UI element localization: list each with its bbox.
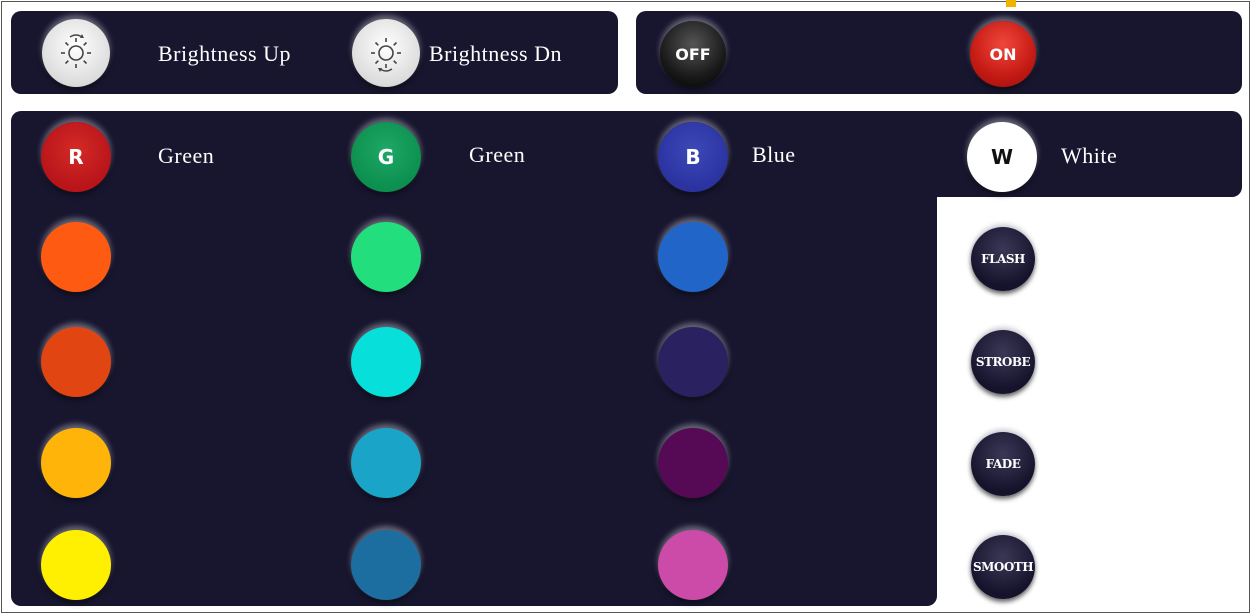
color-button-cyan[interactable] bbox=[351, 327, 421, 397]
blue-button-label: Blue bbox=[752, 142, 796, 167]
color-button-pink[interactable] bbox=[658, 530, 728, 600]
white-button[interactable]: W bbox=[967, 122, 1037, 192]
on-button-label: ON bbox=[989, 44, 1017, 64]
brightness-down-label: Brightness Dn bbox=[429, 41, 562, 66]
red-button-label: Green bbox=[158, 143, 215, 168]
strobe-button[interactable]: STROBE bbox=[971, 330, 1035, 394]
green-button-label: Green bbox=[469, 142, 526, 167]
strobe-button-label: STROBE bbox=[975, 355, 1031, 369]
green-button[interactable]: G bbox=[351, 122, 421, 192]
blue-button[interactable]: B bbox=[658, 122, 728, 192]
color-button-red-orange[interactable] bbox=[41, 327, 111, 397]
smooth-button-label: SMOOTH bbox=[972, 560, 1034, 574]
color-button-purple[interactable] bbox=[658, 428, 728, 498]
color-button-royal-blue[interactable] bbox=[658, 222, 728, 292]
sun-down-icon bbox=[371, 38, 401, 72]
on-button[interactable]: ON bbox=[970, 21, 1036, 87]
color-button-sky-blue[interactable] bbox=[351, 428, 421, 498]
fade-button[interactable]: FADE bbox=[971, 432, 1035, 496]
color-button-light-green[interactable] bbox=[351, 222, 421, 292]
off-button-label: OFF bbox=[675, 44, 711, 64]
white-button-letter: W bbox=[990, 145, 1014, 169]
brightness-up-button[interactable] bbox=[42, 19, 110, 87]
white-button-label: White bbox=[1061, 143, 1118, 168]
color-button-steel-blue[interactable] bbox=[351, 530, 421, 600]
flash-button-label: FLASH bbox=[981, 252, 1025, 266]
off-button[interactable]: OFF bbox=[660, 21, 726, 87]
color-button-amber[interactable] bbox=[41, 428, 111, 498]
accent-mark bbox=[1006, 0, 1016, 7]
smooth-button[interactable]: SMOOTH bbox=[971, 535, 1035, 599]
red-button[interactable]: R bbox=[41, 122, 111, 192]
red-button-letter: R bbox=[68, 145, 84, 169]
color-button-orange[interactable] bbox=[41, 222, 111, 292]
brightness-down-button[interactable] bbox=[352, 19, 420, 87]
color-button-yellow[interactable] bbox=[41, 530, 111, 600]
fade-button-label: FADE bbox=[985, 457, 1021, 471]
power-panel bbox=[636, 11, 1242, 94]
flash-button[interactable]: FLASH bbox=[971, 227, 1035, 291]
brightness-up-label: Brightness Up bbox=[158, 41, 291, 66]
blue-button-letter: B bbox=[685, 145, 701, 169]
color-button-indigo[interactable] bbox=[658, 327, 728, 397]
color-panel bbox=[11, 111, 937, 606]
sun-up-icon bbox=[61, 34, 91, 68]
green-button-letter: G bbox=[377, 145, 395, 169]
